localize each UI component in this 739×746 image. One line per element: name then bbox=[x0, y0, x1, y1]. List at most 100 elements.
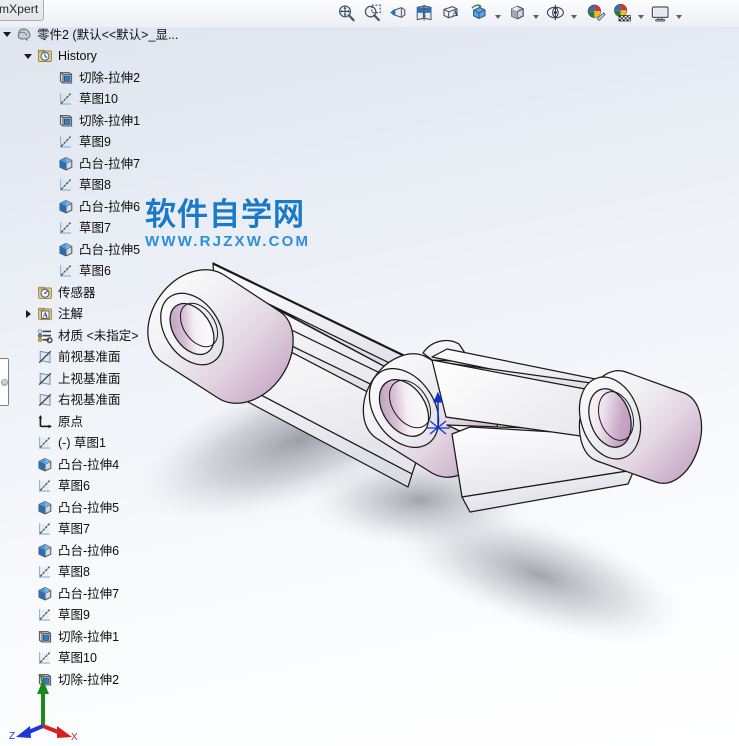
sketch-icon bbox=[56, 132, 76, 152]
tree-item-label: 草图6 bbox=[58, 479, 90, 493]
tree-item-sketch-6[interactable]: 草图6 bbox=[0, 476, 236, 498]
tree-item-boss-extrude-7-history[interactable]: 凸台-拉伸7 bbox=[0, 153, 236, 175]
annotation-icon: A bbox=[35, 304, 55, 324]
tree-item-label: 凸台-拉伸7 bbox=[58, 586, 120, 601]
tree-item-label: 凸台-拉伸5 bbox=[58, 500, 120, 515]
tree-item-label: 切除-拉伸1 bbox=[79, 113, 141, 128]
tree-item-annotations[interactable]: A 注解 bbox=[0, 304, 236, 326]
svg-text:A: A bbox=[452, 9, 458, 18]
boss-extrude-icon bbox=[56, 240, 76, 260]
part-icon bbox=[14, 25, 34, 45]
edit-appearance-icon[interactable] bbox=[583, 1, 609, 26]
tree-item-top-plane[interactable]: 上视基准面 bbox=[0, 368, 236, 390]
tree-item-label: 原点 bbox=[58, 414, 84, 429]
chevron-down-icon[interactable] bbox=[492, 1, 504, 26]
sketch-icon bbox=[35, 519, 55, 539]
sketch-icon bbox=[35, 433, 55, 453]
svg-text:Y: Y bbox=[38, 673, 45, 684]
tree-item-sketch-1[interactable]: (-) 草图1 bbox=[0, 433, 236, 455]
tree-item-label: History bbox=[58, 49, 97, 63]
tree-item-boss-extrude-6[interactable]: 凸台-拉伸6 bbox=[0, 540, 236, 562]
svg-text:Z: Z bbox=[9, 731, 15, 742]
plane-icon bbox=[35, 390, 55, 410]
tree-item-label: 凸台-拉伸5 bbox=[79, 242, 141, 257]
cut-extrude-icon bbox=[56, 68, 76, 88]
tree-item-cut-extrude-2-history[interactable]: 切除-拉伸2 bbox=[0, 67, 236, 89]
tree-item-sketch-10[interactable]: 草图10 bbox=[0, 648, 236, 670]
tree-item-label: (-) 草图1 bbox=[58, 436, 106, 450]
tree-item-boss-extrude-6-history[interactable]: 凸台-拉伸6 bbox=[0, 196, 236, 218]
tree-item-sketch-7[interactable]: 草图7 bbox=[0, 519, 236, 541]
sketch-icon bbox=[56, 89, 76, 109]
tree-item-front-plane[interactable]: 前视基准面 bbox=[0, 347, 236, 369]
chevron-right-icon[interactable] bbox=[21, 304, 35, 325]
tree-item-sketch-9[interactable]: 草图9 bbox=[0, 605, 236, 627]
tab-dimxpert[interactable]: mXpert bbox=[0, 0, 44, 21]
zoom-to-fit-icon[interactable] bbox=[333, 1, 359, 26]
history-icon bbox=[35, 46, 55, 66]
tree-item-boss-extrude-5[interactable]: 凸台-拉伸5 bbox=[0, 497, 236, 519]
tree-item-part-root[interactable]: 零件2 (默认<<默认>_显... bbox=[0, 24, 236, 46]
tree-item-sketch-8[interactable]: 草图8 bbox=[0, 562, 236, 584]
tree-item-label: 草图9 bbox=[58, 608, 90, 622]
cut-extrude-icon bbox=[35, 627, 55, 647]
plane-icon bbox=[35, 369, 55, 389]
display-style-rotate-icon[interactable] bbox=[466, 1, 492, 26]
tree-item-label: 凸台-拉伸6 bbox=[58, 543, 120, 558]
display-style-icon[interactable] bbox=[504, 1, 530, 26]
chevron-down-icon[interactable] bbox=[0, 24, 14, 45]
tree-item-sketch-8-history[interactable]: 草图8 bbox=[0, 175, 236, 197]
tree-item-label: 材质 <未指定> bbox=[58, 328, 139, 343]
chevron-down-icon[interactable] bbox=[673, 1, 685, 26]
chevron-down-icon[interactable] bbox=[635, 1, 647, 26]
hide-show-items-icon[interactable] bbox=[542, 1, 568, 26]
boss-extrude-icon bbox=[35, 584, 55, 604]
tree-item-sketch-7-history[interactable]: 草图7 bbox=[0, 218, 236, 240]
tree-item-cut-extrude-1-history[interactable]: 切除-拉伸1 bbox=[0, 110, 236, 132]
tree-item-right-plane[interactable]: 右视基准面 bbox=[0, 390, 236, 412]
chevron-down-icon[interactable] bbox=[21, 46, 35, 67]
tree-item-sketch-10-history[interactable]: 草图10 bbox=[0, 89, 236, 111]
tree-item-label: 凸台-拉伸7 bbox=[79, 156, 141, 171]
tree-item-label: 草图10 bbox=[79, 92, 118, 106]
section-view-icon[interactable] bbox=[411, 1, 437, 26]
tree-item-label: 凸台-拉伸4 bbox=[58, 457, 120, 472]
tree-item-cut-extrude-1[interactable]: 切除-拉伸1 bbox=[0, 626, 236, 648]
chevron-down-icon[interactable] bbox=[568, 1, 580, 26]
tree-item-history[interactable]: History bbox=[0, 46, 236, 68]
tree-item-sketch-6-history[interactable]: 草图6 bbox=[0, 261, 236, 283]
tree-item-sensors[interactable]: 传感器 bbox=[0, 282, 236, 304]
tree-item-boss-extrude-4[interactable]: 凸台-拉伸4 bbox=[0, 454, 236, 476]
tree-item-label: 注解 bbox=[58, 307, 84, 321]
view-settings-icon[interactable] bbox=[647, 1, 673, 26]
tree-item-label: 草图9 bbox=[79, 135, 111, 149]
feature-manager-tree[interactable]: 零件2 (默认<<默认>_显... History 切除-拉伸2 草图10 切除… bbox=[0, 24, 236, 691]
chevron-down-icon[interactable] bbox=[530, 1, 542, 26]
tree-item-material[interactable]: 材质 <未指定> bbox=[0, 325, 236, 347]
tree-item-boss-extrude-7[interactable]: 凸台-拉伸7 bbox=[0, 583, 236, 605]
view-toolbar: A bbox=[0, 0, 739, 27]
zoom-to-area-icon[interactable] bbox=[359, 1, 385, 26]
previous-view-icon[interactable] bbox=[385, 1, 411, 26]
tree-item-boss-extrude-5-history[interactable]: 凸台-拉伸5 bbox=[0, 239, 236, 261]
boss-extrude-icon bbox=[35, 541, 55, 561]
sketch-icon bbox=[35, 476, 55, 496]
boss-extrude-icon bbox=[35, 498, 55, 518]
tree-item-sketch-9-history[interactable]: 草图9 bbox=[0, 132, 236, 154]
tree-item-label: 草图7 bbox=[58, 522, 90, 536]
view-orientation-icon[interactable]: A bbox=[437, 1, 463, 26]
apply-scene-icon[interactable] bbox=[609, 1, 635, 26]
tree-item-origin[interactable]: 原点 bbox=[0, 411, 236, 433]
